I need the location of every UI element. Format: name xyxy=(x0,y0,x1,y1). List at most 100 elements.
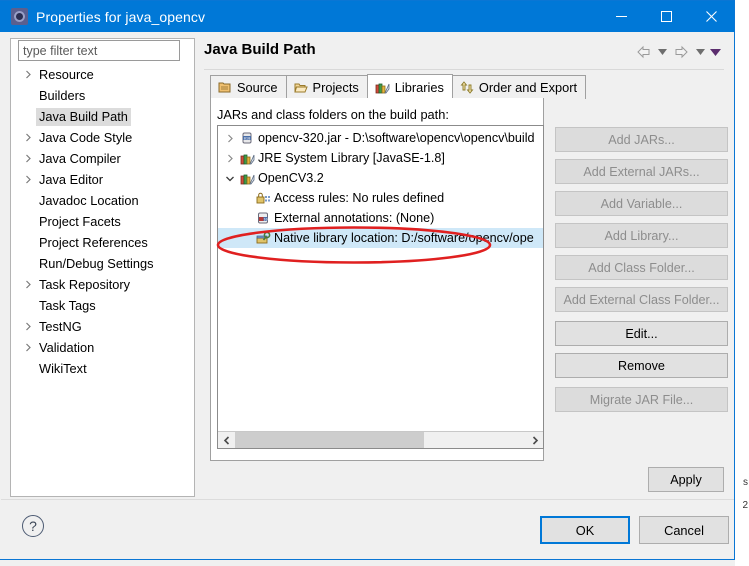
add-class-folder-button[interactable]: Add Class Folder... xyxy=(555,255,728,280)
build-path-actions: Add JARs... Add External JARs... Add Var… xyxy=(555,127,728,419)
add-external-jars-button[interactable]: Add External JARs... xyxy=(555,159,728,184)
tab-label: Libraries xyxy=(394,79,444,95)
filter-input[interactable] xyxy=(18,40,180,61)
tab-source[interactable]: Source xyxy=(210,75,287,99)
add-jars-button[interactable]: Add JARs... xyxy=(555,127,728,152)
tree-row-label: JRE System Library [JavaSE-1.8] xyxy=(258,151,445,165)
tree-row-label: External annotations: (None) xyxy=(274,211,435,225)
remove-button[interactable]: Remove xyxy=(555,353,728,378)
add-variable-button[interactable]: Add Variable... xyxy=(555,191,728,216)
sidebar-item-task-tags[interactable]: Task Tags xyxy=(12,295,193,316)
sidebar-item-project-facets[interactable]: Project Facets xyxy=(12,211,193,232)
ok-button[interactable]: OK xyxy=(540,516,630,544)
cancel-button[interactable]: Cancel xyxy=(639,516,729,544)
tree-row-opencv-jar[interactable]: 010 opencv-320.jar - D:\software\opencv\… xyxy=(218,128,543,148)
sidebar-item-run-debug-settings[interactable]: Run/Debug Settings xyxy=(12,253,193,274)
add-external-class-folder-button[interactable]: Add External Class Folder... xyxy=(555,287,728,312)
scrollbar-track[interactable] xyxy=(235,432,526,448)
background-desktop: s 2 xyxy=(735,0,749,566)
sidebar-item-label: Validation xyxy=(39,339,95,355)
jars-label: JARs and class folders on the build path… xyxy=(217,107,449,122)
scrollbar-thumb[interactable] xyxy=(235,432,425,448)
tree-row-external-annotations[interactable]: 10 External annotations: (None) xyxy=(218,208,543,228)
sidebar-item-label: WikiText xyxy=(39,360,87,376)
add-library-button[interactable]: Add Library... xyxy=(555,223,728,248)
tree-row-opencv32[interactable]: OpenCV3.2 xyxy=(218,168,543,188)
forward-dropdown-chevron-down-icon[interactable] xyxy=(694,43,707,61)
migrate-jar-file-button[interactable]: Migrate JAR File... xyxy=(555,387,728,412)
build-path-tree[interactable]: 010 opencv-320.jar - D:\software\opencv\… xyxy=(217,125,544,449)
sidebar-item-java-editor[interactable]: Java Editor xyxy=(12,169,193,190)
settings-tree: Resource Builders Java Build Path Java C… xyxy=(12,64,193,379)
scroll-left-icon[interactable] xyxy=(218,432,235,448)
tree-row-jre-system-library[interactable]: JRE System Library [JavaSE-1.8] xyxy=(218,148,543,168)
sidebar-item-label: Builders xyxy=(39,87,86,103)
title-bar: Properties for java_opencv xyxy=(0,1,734,32)
chevron-right-icon[interactable] xyxy=(20,151,36,167)
sidebar-item-label: Task Repository xyxy=(39,276,131,292)
folder-icon xyxy=(293,81,308,94)
svg-text:010: 010 xyxy=(244,137,251,141)
tab-libraries[interactable]: Libraries xyxy=(366,74,453,99)
chevron-right-icon[interactable] xyxy=(222,154,238,163)
access-rules-icon xyxy=(254,191,272,205)
chevron-right-icon[interactable] xyxy=(20,340,36,356)
tree-row-label: OpenCV3.2 xyxy=(258,171,324,185)
library-books-icon xyxy=(375,81,390,94)
tree-row-access-rules[interactable]: Access rules: No rules defined xyxy=(218,188,543,208)
sidebar-item-resource[interactable]: Resource xyxy=(12,64,193,85)
edit-button[interactable]: Edit... xyxy=(555,321,728,346)
library-books-icon xyxy=(238,152,256,165)
sidebar-item-javadoc-location[interactable]: Javadoc Location xyxy=(12,190,193,211)
sidebar-item-project-references[interactable]: Project References xyxy=(12,232,193,253)
annotation-jar-icon: 10 xyxy=(254,211,272,225)
tree-row-label: opencv-320.jar - D:\software\opencv\open… xyxy=(258,131,535,145)
chevron-right-icon[interactable] xyxy=(20,130,36,146)
sidebar-item-task-repository[interactable]: Task Repository xyxy=(12,274,193,295)
sidebar-item-java-build-path[interactable]: Java Build Path xyxy=(12,106,193,127)
footer-divider xyxy=(1,499,734,500)
sidebar-item-wikitext[interactable]: WikiText xyxy=(12,358,193,379)
horizontal-scrollbar[interactable] xyxy=(218,431,543,448)
minimize-icon[interactable] xyxy=(599,1,644,32)
chevron-right-icon[interactable] xyxy=(20,319,36,335)
sidebar-item-testng[interactable]: TestNG xyxy=(12,316,193,337)
tab-order-and-export[interactable]: Order and Export xyxy=(451,75,587,99)
chevron-right-icon[interactable] xyxy=(20,67,36,83)
tab-label: Source xyxy=(237,80,278,95)
sidebar-item-java-code-style[interactable]: Java Code Style xyxy=(12,127,193,148)
sidebar-item-java-compiler[interactable]: Java Compiler xyxy=(12,148,193,169)
navigation-bar xyxy=(633,43,722,61)
apply-button[interactable]: Apply xyxy=(648,467,724,492)
background-text-b: 2 xyxy=(742,500,748,511)
triangle-down-icon[interactable] xyxy=(709,43,722,61)
close-icon[interactable] xyxy=(689,1,734,32)
sidebar-item-builders[interactable]: Builders xyxy=(12,85,193,106)
scroll-right-icon[interactable] xyxy=(526,432,543,448)
svg-text:10: 10 xyxy=(263,217,267,221)
package-icon xyxy=(218,81,232,94)
tab-projects[interactable]: Projects xyxy=(285,75,368,99)
maximize-icon[interactable] xyxy=(644,1,689,32)
tree-row-label: Native library location: D:/software/ope… xyxy=(274,231,534,245)
sidebar-item-validation[interactable]: Validation xyxy=(12,337,193,358)
chevron-right-icon[interactable] xyxy=(20,277,36,293)
page-title: Java Build Path xyxy=(204,41,316,58)
forward-arrow-icon[interactable] xyxy=(671,43,692,61)
tree-row-native-library-location[interactable]: Native library location: D:/software/ope… xyxy=(218,228,543,248)
order-arrows-icon xyxy=(460,81,474,94)
back-arrow-icon[interactable] xyxy=(633,43,654,61)
help-question-icon[interactable]: ? xyxy=(22,515,44,537)
chevron-down-icon[interactable] xyxy=(222,174,238,183)
chevron-right-icon[interactable] xyxy=(222,134,238,143)
back-dropdown-chevron-down-icon[interactable] xyxy=(656,43,669,61)
chevron-right-icon[interactable] xyxy=(20,172,36,188)
library-books-icon xyxy=(238,172,256,185)
